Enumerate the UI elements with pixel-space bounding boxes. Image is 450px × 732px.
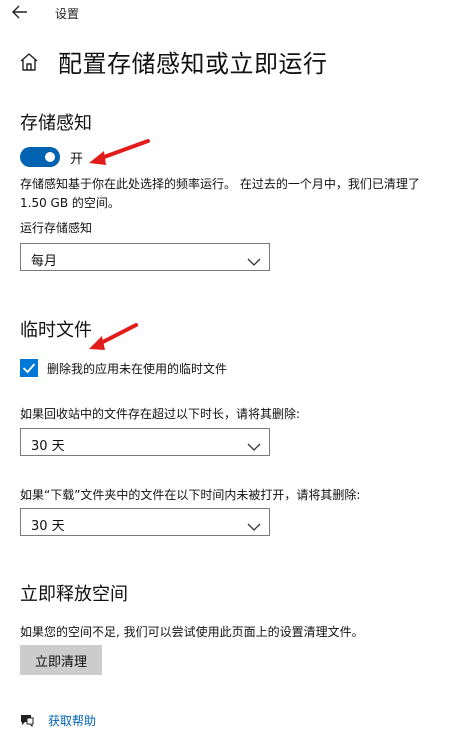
page-title: 配置存储感知或立即运行 [58, 50, 328, 78]
checkmark-icon [22, 363, 36, 374]
recycle-bin-label: 如果回收站中的文件存在超过以下时长，请将其删除: [20, 407, 301, 421]
storage-sense-description: 存储感知基于你在此处选择的频率运行。 在过去的一个月中，我们已清理了 1.50 … [20, 177, 420, 210]
annotation-arrow-icon [89, 139, 150, 165]
get-help-link[interactable]: 获取帮助 [48, 712, 96, 729]
storage-sense-header: 存储感知 [20, 113, 92, 134]
help-icon [19, 712, 35, 728]
temp-files-header: 临时文件 [20, 320, 92, 341]
recycle-bin-dropdown[interactable]: 30 天 [20, 428, 270, 456]
delete-temp-files-checkbox[interactable] [20, 359, 38, 377]
title-bar: 设置 [0, 0, 450, 26]
checkbox-label: 删除我的应用未在使用的临时文件 [47, 362, 228, 376]
downloads-label: 如果“下载”文件夹中的文件在以下时间内未被打开，请将其删除: [20, 488, 361, 502]
chevron-down-icon [247, 437, 261, 451]
home-icon [19, 52, 39, 72]
dropdown-value: 每月 [31, 254, 58, 269]
back-arrow-icon[interactable] [8, 2, 32, 22]
clean-now-button[interactable]: 立即清理 [20, 645, 102, 675]
run-storage-sense-label: 运行存储感知 [20, 221, 93, 235]
toggle-knob [45, 152, 55, 162]
dropdown-value: 30 天 [31, 439, 65, 454]
free-space-header: 立即释放空间 [20, 584, 128, 605]
chevron-down-icon [247, 517, 261, 531]
free-space-description: 如果您的空间不足, 我们可以尝试使用此页面上的设置清理文件。 [20, 625, 364, 639]
chevron-down-icon [247, 252, 261, 266]
storage-sense-toggle[interactable] [20, 147, 60, 167]
annotation-arrow-icon [89, 323, 138, 350]
dropdown-value: 30 天 [31, 519, 65, 534]
toggle-label: 开 [70, 152, 84, 167]
run-frequency-dropdown[interactable]: 每月 [20, 243, 270, 271]
app-title: 设置 [55, 7, 80, 21]
downloads-dropdown[interactable]: 30 天 [20, 508, 270, 536]
